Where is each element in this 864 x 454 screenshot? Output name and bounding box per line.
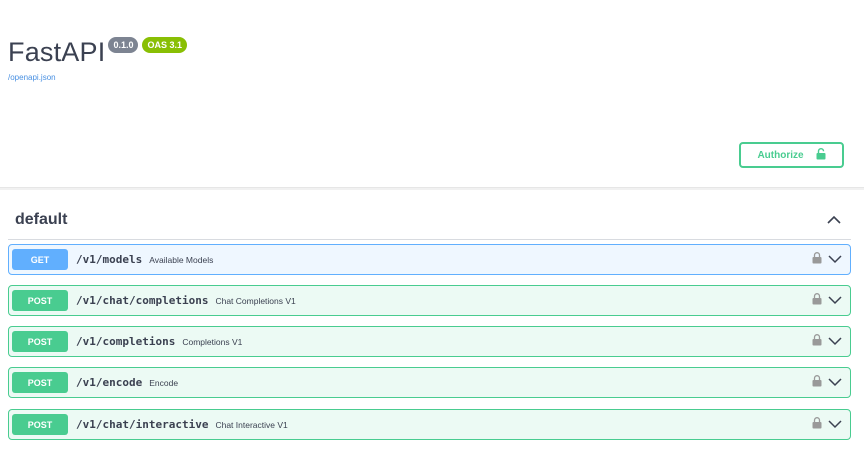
method-badge: GET [12, 249, 68, 270]
header-divider [0, 187, 864, 190]
lock-icon[interactable] [812, 333, 822, 351]
openapi-json-link[interactable]: /openapi.json [8, 73, 191, 82]
section-title: default [15, 210, 68, 228]
operation-path: /v1/encode [76, 376, 143, 389]
title-row: FastAPI 0.1.0 OAS 3.1 [8, 36, 191, 68]
operation-path: /v1/completions [76, 335, 176, 348]
version-badge: 0.1.0 [108, 37, 139, 53]
operation-row[interactable]: POST/v1/chat/completions Chat Completions… [8, 285, 851, 316]
badges: 0.1.0 OAS 3.1 [108, 37, 191, 53]
lock-icon[interactable] [812, 416, 822, 434]
method-badge: POST [12, 372, 68, 393]
chevron-down-icon[interactable] [828, 374, 842, 392]
section-header-default[interactable]: default [8, 204, 851, 240]
operation-row[interactable]: GET/v1/models Available Models [8, 244, 851, 275]
operation-controls [812, 251, 842, 269]
operation-controls [812, 374, 842, 392]
operation-row[interactable]: POST/v1/chat/interactive Chat Interactive… [8, 409, 851, 440]
operation-path: /v1/models [76, 253, 143, 266]
unlock-icon [816, 147, 826, 163]
operation-summary: Chat Interactive V1 [215, 419, 288, 430]
method-badge: POST [12, 414, 68, 435]
chevron-down-icon[interactable] [828, 416, 842, 434]
operation-summary: Chat Completions V1 [215, 295, 296, 306]
operation-row[interactable]: POST/v1/encode Encode [8, 367, 851, 398]
chevron-down-icon[interactable] [828, 292, 842, 310]
lock-icon[interactable] [812, 251, 822, 269]
method-badge: POST [12, 331, 68, 352]
api-info: FastAPI 0.1.0 OAS 3.1 /openapi.json [8, 36, 191, 82]
lock-icon[interactable] [812, 374, 822, 392]
operation-summary: Encode [149, 377, 179, 388]
api-title: FastAPI [8, 37, 106, 67]
oas-badge: OAS 3.1 [142, 37, 187, 53]
authorize-button[interactable]: Authorize [739, 142, 844, 168]
operation-path: /v1/chat/interactive [76, 418, 209, 431]
chevron-down-icon[interactable] [828, 251, 842, 269]
method-badge: POST [12, 290, 68, 311]
lock-icon[interactable] [812, 292, 822, 310]
operation-row[interactable]: POST/v1/completions Completions V1 [8, 326, 851, 357]
operation-summary: Available Models [149, 254, 214, 265]
operation-controls [812, 292, 842, 310]
operation-path: /v1/chat/completions [76, 294, 209, 307]
operation-controls [812, 416, 842, 434]
authorize-label: Authorize [757, 149, 804, 161]
operation-summary: Completions V1 [182, 336, 243, 347]
operation-controls [812, 333, 842, 351]
chevron-down-icon[interactable] [828, 333, 842, 351]
chevron-up-icon[interactable] [827, 211, 841, 229]
